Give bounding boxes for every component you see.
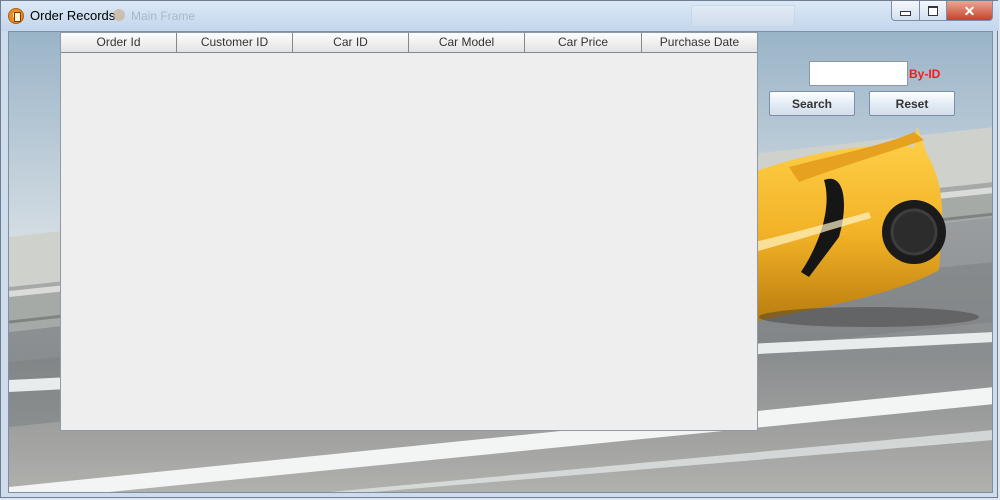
column-header-customer-id[interactable]: Customer ID <box>177 33 293 53</box>
column-header-car-model[interactable]: Car Model <box>409 33 525 53</box>
minimize-icon <box>900 11 911 16</box>
column-header-order-id[interactable]: Order Id <box>61 33 177 53</box>
background-window-icon <box>113 9 125 21</box>
order-records-window: Order Records Main Frame ✕ Order Id Cust… <box>0 0 999 498</box>
column-header-car-price[interactable]: Car Price <box>525 33 642 53</box>
content-pane: Order Id Customer ID Car ID Car Model Ca… <box>8 31 993 493</box>
minimize-button[interactable] <box>891 1 920 21</box>
column-header-purchase-date[interactable]: Purchase Date <box>642 33 757 53</box>
close-button[interactable]: ✕ <box>947 1 993 21</box>
background-window-controls <box>691 5 795 27</box>
by-id-label: By-ID <box>909 67 941 81</box>
maximize-icon <box>928 5 938 16</box>
title-bar[interactable]: Order Records Main Frame ✕ <box>1 1 999 31</box>
orders-table[interactable]: Order Id Customer ID Car ID Car Model Ca… <box>60 32 758 431</box>
search-id-input[interactable] <box>809 61 908 86</box>
app-icon <box>8 8 24 24</box>
window-title: Order Records <box>30 8 116 23</box>
maximize-button[interactable] <box>920 1 947 21</box>
search-button[interactable]: Search <box>769 91 855 116</box>
column-header-car-id[interactable]: Car ID <box>293 33 409 53</box>
reset-button[interactable]: Reset <box>869 91 955 116</box>
background-window-title: Main Frame <box>131 9 196 23</box>
close-icon: ✕ <box>963 2 976 19</box>
table-header: Order Id Customer ID Car ID Car Model Ca… <box>61 33 757 53</box>
